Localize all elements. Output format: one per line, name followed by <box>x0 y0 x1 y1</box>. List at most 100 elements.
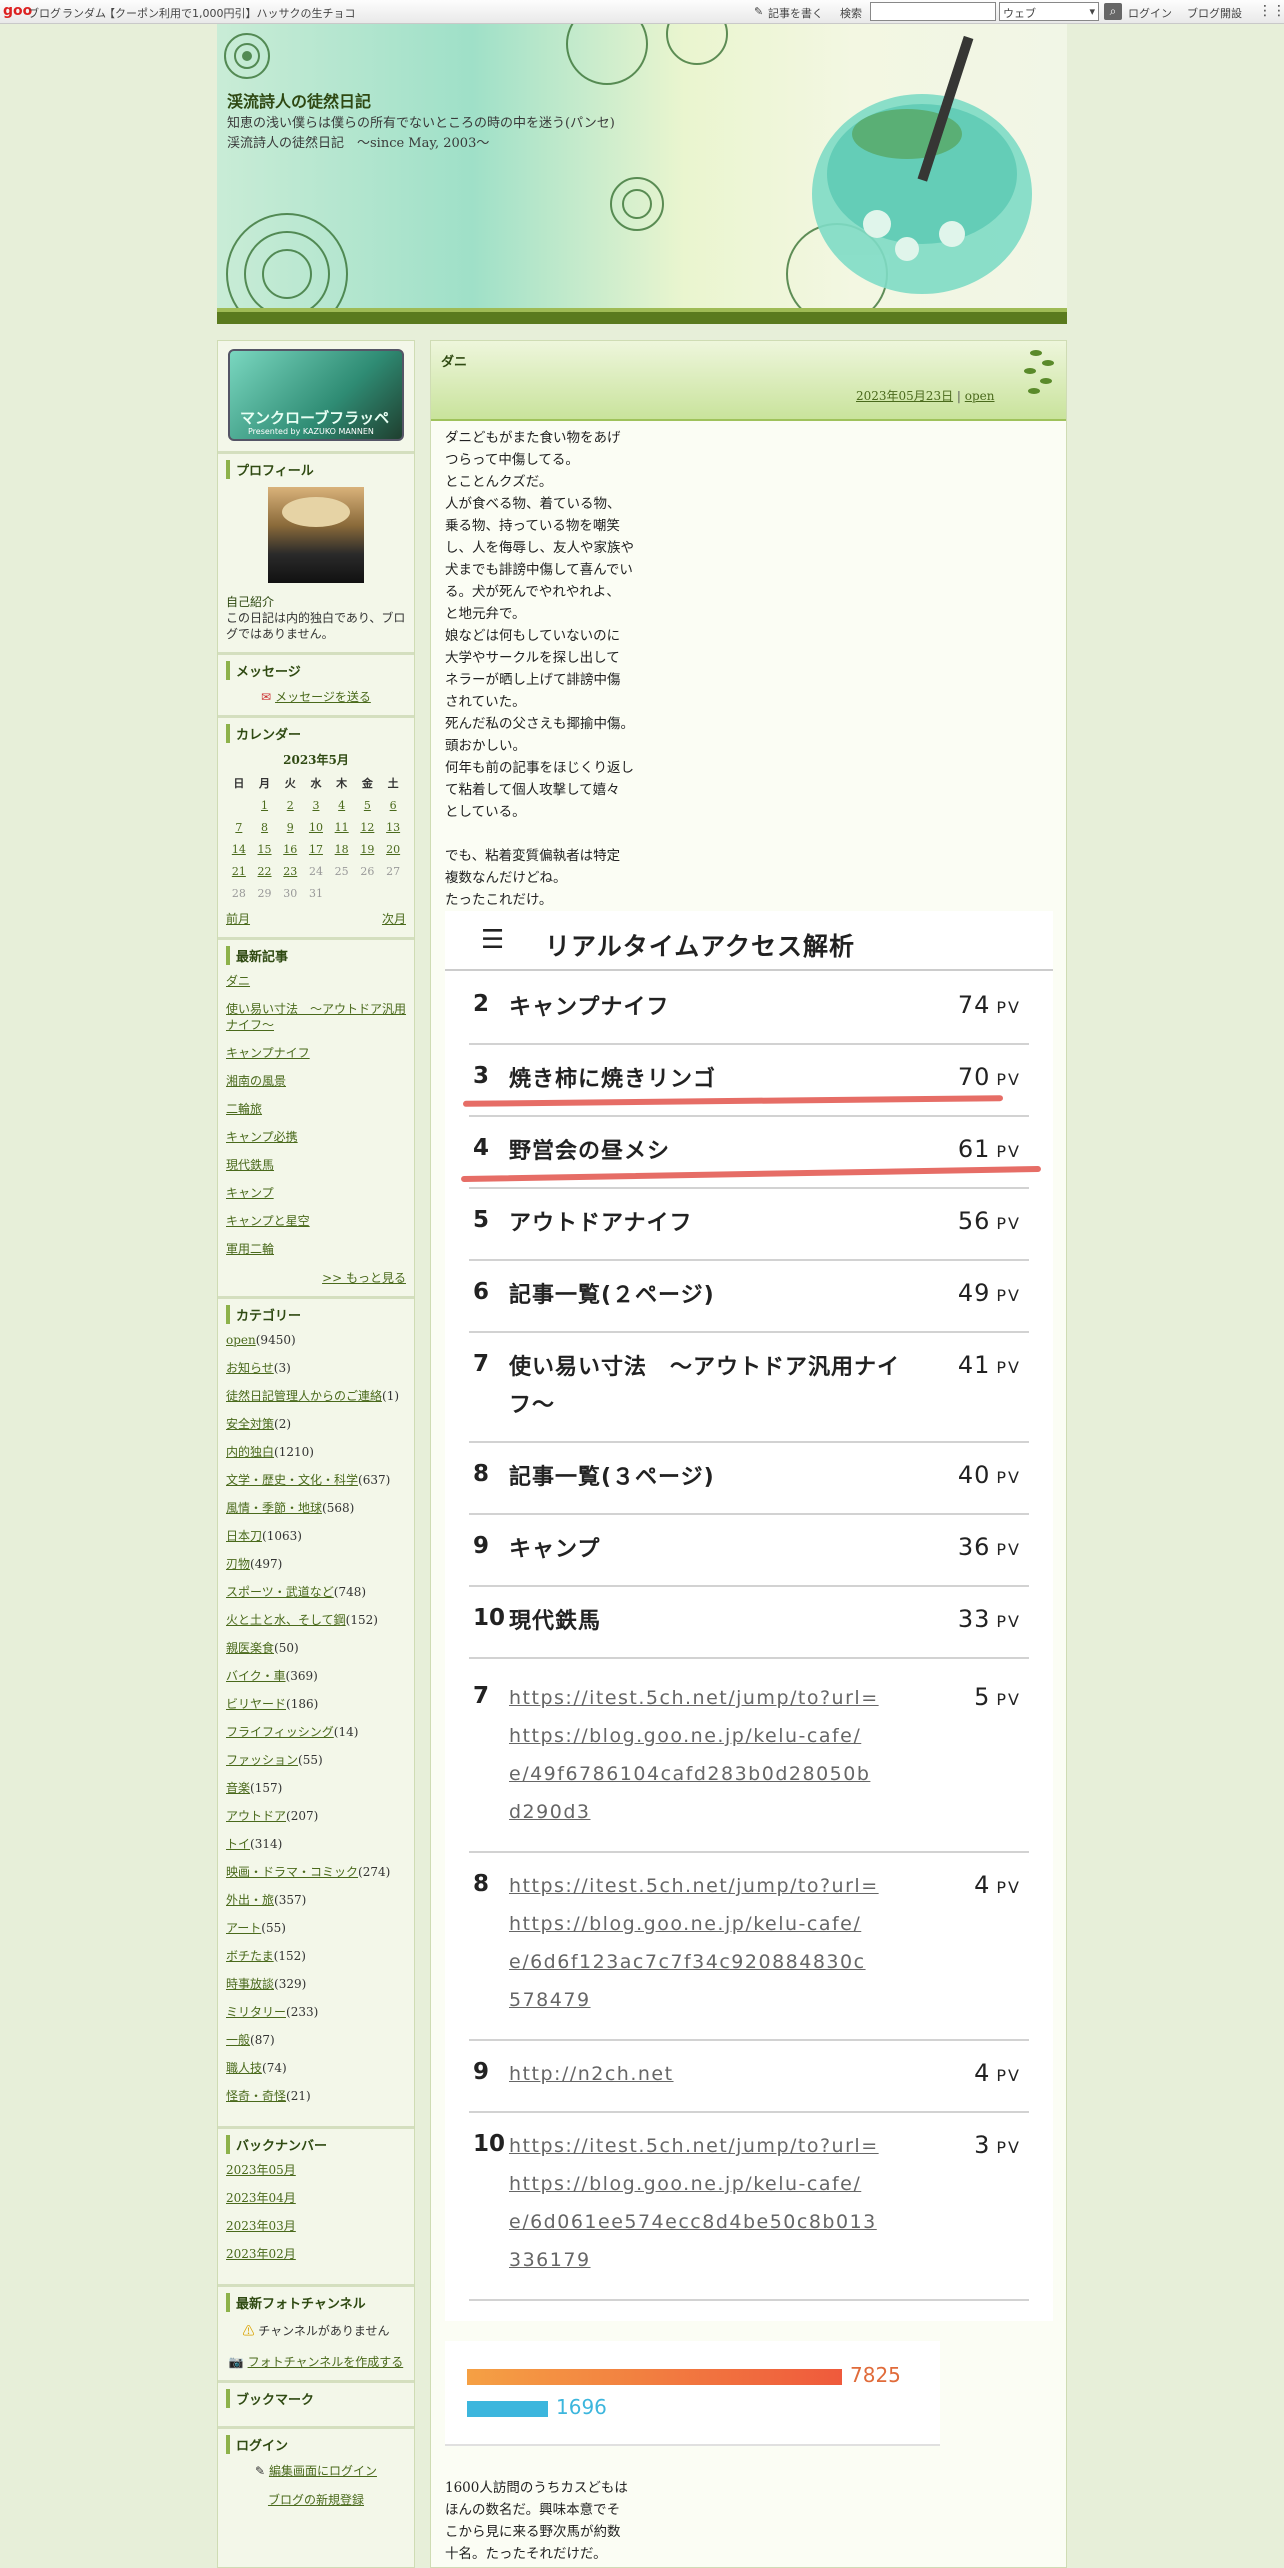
category-link[interactable]: 風情・季節・地球 <box>226 1501 322 1515</box>
calendar-day[interactable]: 6 <box>380 794 406 816</box>
calendar-day[interactable]: 5 <box>355 794 381 816</box>
recent-article-link[interactable]: キャンプ必携 <box>226 1129 406 1145</box>
referrer-url[interactable]: http://n2ch.net <box>509 2055 879 2093</box>
calendar-day[interactable]: 8 <box>252 816 278 838</box>
pv-unit: PV <box>996 1612 1021 1631</box>
category-link[interactable]: 外出・旅 <box>226 1893 274 1907</box>
write-article-link[interactable]: 記事を書く <box>768 5 823 21</box>
category-link[interactable]: 怪奇・奇怪 <box>226 2089 286 2103</box>
toolbar-link-ad[interactable]: 【クーポン利用で1,000円引】ハッサクの生チョコ <box>104 5 356 21</box>
toolbar-link-blog[interactable]: ブログ <box>28 5 61 21</box>
recent-article-link[interactable]: キャンプナイフ <box>226 1045 406 1061</box>
category-link[interactable]: バイク・車 <box>226 1669 286 1683</box>
calendar-day[interactable]: 13 <box>380 816 406 838</box>
referrer-url[interactable]: https://itest.5ch.net/jump/to?url=https:… <box>509 1679 879 1831</box>
recent-article-link[interactable]: キャンプ <box>226 1185 406 1201</box>
banner-title: マンクローブフラッペ <box>240 409 390 427</box>
category-link[interactable]: 映画・ドラマ・コミック <box>226 1865 358 1879</box>
rank-number: 9 <box>473 1533 490 1559</box>
category-link[interactable]: 火と土と水、そして鋼 <box>226 1613 346 1627</box>
search-scope-select[interactable]: ウェブ ▾ <box>999 2 1099 21</box>
site-title[interactable]: 渓流詩人の徒然日記 <box>227 88 371 112</box>
send-message-link[interactable]: メッセージを送る <box>275 690 371 704</box>
post-category-link[interactable]: open <box>965 389 995 403</box>
referrer-url[interactable]: https://itest.5ch.net/jump/to?url=https:… <box>509 1867 879 2019</box>
category-link[interactable]: スポーツ・武道など <box>226 1585 334 1599</box>
backnumber-link[interactable]: 2023年02月 <box>226 2246 406 2262</box>
category-link[interactable]: ミリタリー <box>226 2005 286 2019</box>
login-link[interactable]: ログイン <box>1128 5 1172 21</box>
post-date-link[interactable]: 2023年05月23日 <box>856 389 953 403</box>
recent-article-link[interactable]: 二輪旅 <box>226 1101 406 1117</box>
calendar-day[interactable]: 7 <box>226 816 252 838</box>
category-link[interactable]: 日本刀 <box>226 1529 262 1543</box>
category-link[interactable]: お知らせ <box>226 1361 274 1375</box>
apps-grid-icon[interactable]: ⋮⋮ <box>1258 3 1284 19</box>
recent-more-link[interactable]: >> もっと見る <box>322 1271 406 1285</box>
calendar-day[interactable]: 22 <box>252 860 278 882</box>
recent-article-link[interactable]: 現代鉄馬 <box>226 1157 406 1173</box>
search-input[interactable] <box>870 2 996 21</box>
calendar-day[interactable]: 16 <box>277 838 303 860</box>
calendar-day[interactable]: 10 <box>303 816 329 838</box>
calendar-day[interactable]: 18 <box>329 838 355 860</box>
backnumber-link[interactable]: 2023年05月 <box>226 2162 406 2178</box>
backnumber-link[interactable]: 2023年03月 <box>226 2218 406 2234</box>
calendar-prev-link[interactable]: 前月 <box>226 910 250 927</box>
category-link[interactable]: 職人技 <box>226 2061 262 2075</box>
category-link[interactable]: 安全対策 <box>226 1417 274 1431</box>
recent-article-link[interactable]: 軍用二輪 <box>226 1241 406 1257</box>
category-link[interactable]: 親医楽食 <box>226 1641 274 1655</box>
category-link[interactable]: 徒然日記管理人からのご連絡 <box>226 1389 382 1403</box>
referrer-url[interactable]: https://itest.5ch.net/jump/to?url=https:… <box>509 2127 879 2279</box>
category-link[interactable]: アート <box>226 1921 261 1935</box>
category-link[interactable]: アウトドア <box>226 1809 286 1823</box>
category-link[interactable]: 内的独白 <box>226 1445 274 1459</box>
calendar-day[interactable]: 19 <box>355 838 381 860</box>
category-link[interactable]: ビリヤード <box>226 1697 286 1711</box>
edit-login-link[interactable]: 編集画面にログイン <box>269 2464 377 2478</box>
calendar-day[interactable]: 20 <box>380 838 406 860</box>
calendar-day[interactable]: 3 <box>303 794 329 816</box>
category-link[interactable]: ファッション <box>226 1753 298 1767</box>
calendar-day[interactable]: 1 <box>252 794 278 816</box>
blog-header: 渓流詩人の徒然日記 知恵の浅い僕らは僕らの所有でないところの時の中を迷う(パンセ… <box>217 24 1067 324</box>
category-item: 日本刀(1063) <box>226 1528 406 1544</box>
calendar-day[interactable]: 21 <box>226 860 252 882</box>
calendar-day[interactable]: 12 <box>355 816 381 838</box>
category-link[interactable]: 一般 <box>226 2033 250 2047</box>
create-photo-channel-link[interactable]: フォトチャンネルを作成する <box>248 2355 404 2369</box>
calendar-next-link[interactable]: 次月 <box>382 910 406 927</box>
category-link[interactable]: トイ <box>226 1837 250 1851</box>
search-icon[interactable]: ⌕ <box>1104 3 1122 20</box>
category-link[interactable]: 音楽 <box>226 1781 250 1795</box>
recent-article-link[interactable]: 使い易い寸法 ～アウトドア汎用ナイフ～ <box>226 1001 406 1033</box>
category-link[interactable]: 時事放談 <box>226 1977 274 1991</box>
category-link[interactable]: open <box>226 1333 256 1347</box>
category-link[interactable]: ボチたま <box>226 1949 274 1963</box>
register-blog-link[interactable]: ブログの新規登録 <box>268 2493 364 2507</box>
calendar-day[interactable]: 4 <box>329 794 355 816</box>
calendar-day[interactable]: 14 <box>226 838 252 860</box>
calendar-day[interactable]: 17 <box>303 838 329 860</box>
category-link[interactable]: 文学・歴史・文化・科学 <box>226 1473 358 1487</box>
goo-toolbar: goo ブログ ランダム 【クーポン利用で1,000円引】ハッサクの生チョコ ✎… <box>0 0 1284 24</box>
calendar-day[interactable]: 11 <box>329 816 355 838</box>
calendar-day[interactable]: 23 <box>277 860 303 882</box>
calendar-table: 日月火水木金土 1 2 3 4 5 6 7 8 9 10 11 12 13 14 15 16 17 18 19 20 2… <box>226 772 406 904</box>
post-title[interactable]: ダニ <box>441 351 467 370</box>
pv-count: 3 PV <box>974 2131 1021 2159</box>
sidebar-banner[interactable]: マンクローブフラッペ Presented by KAZUKO MANNEN <box>228 349 404 441</box>
calendar-day[interactable]: 2 <box>277 794 303 816</box>
recent-article-link[interactable]: ダニ <box>226 973 406 989</box>
backnumber-link[interactable]: 2023年04月 <box>226 2190 406 2206</box>
category-link[interactable]: フライフィッシング <box>226 1725 334 1739</box>
open-blog-link[interactable]: ブログ開設 <box>1187 5 1242 21</box>
category-link[interactable]: 刃物 <box>226 1557 250 1571</box>
recent-article-link[interactable]: 湘南の風景 <box>226 1073 406 1089</box>
toolbar-link-random[interactable]: ランダム <box>62 5 106 21</box>
category-count: (637) <box>358 1473 391 1487</box>
recent-article-link[interactable]: キャンプと星空 <box>226 1213 406 1229</box>
calendar-day[interactable]: 15 <box>252 838 278 860</box>
calendar-day[interactable]: 9 <box>277 816 303 838</box>
